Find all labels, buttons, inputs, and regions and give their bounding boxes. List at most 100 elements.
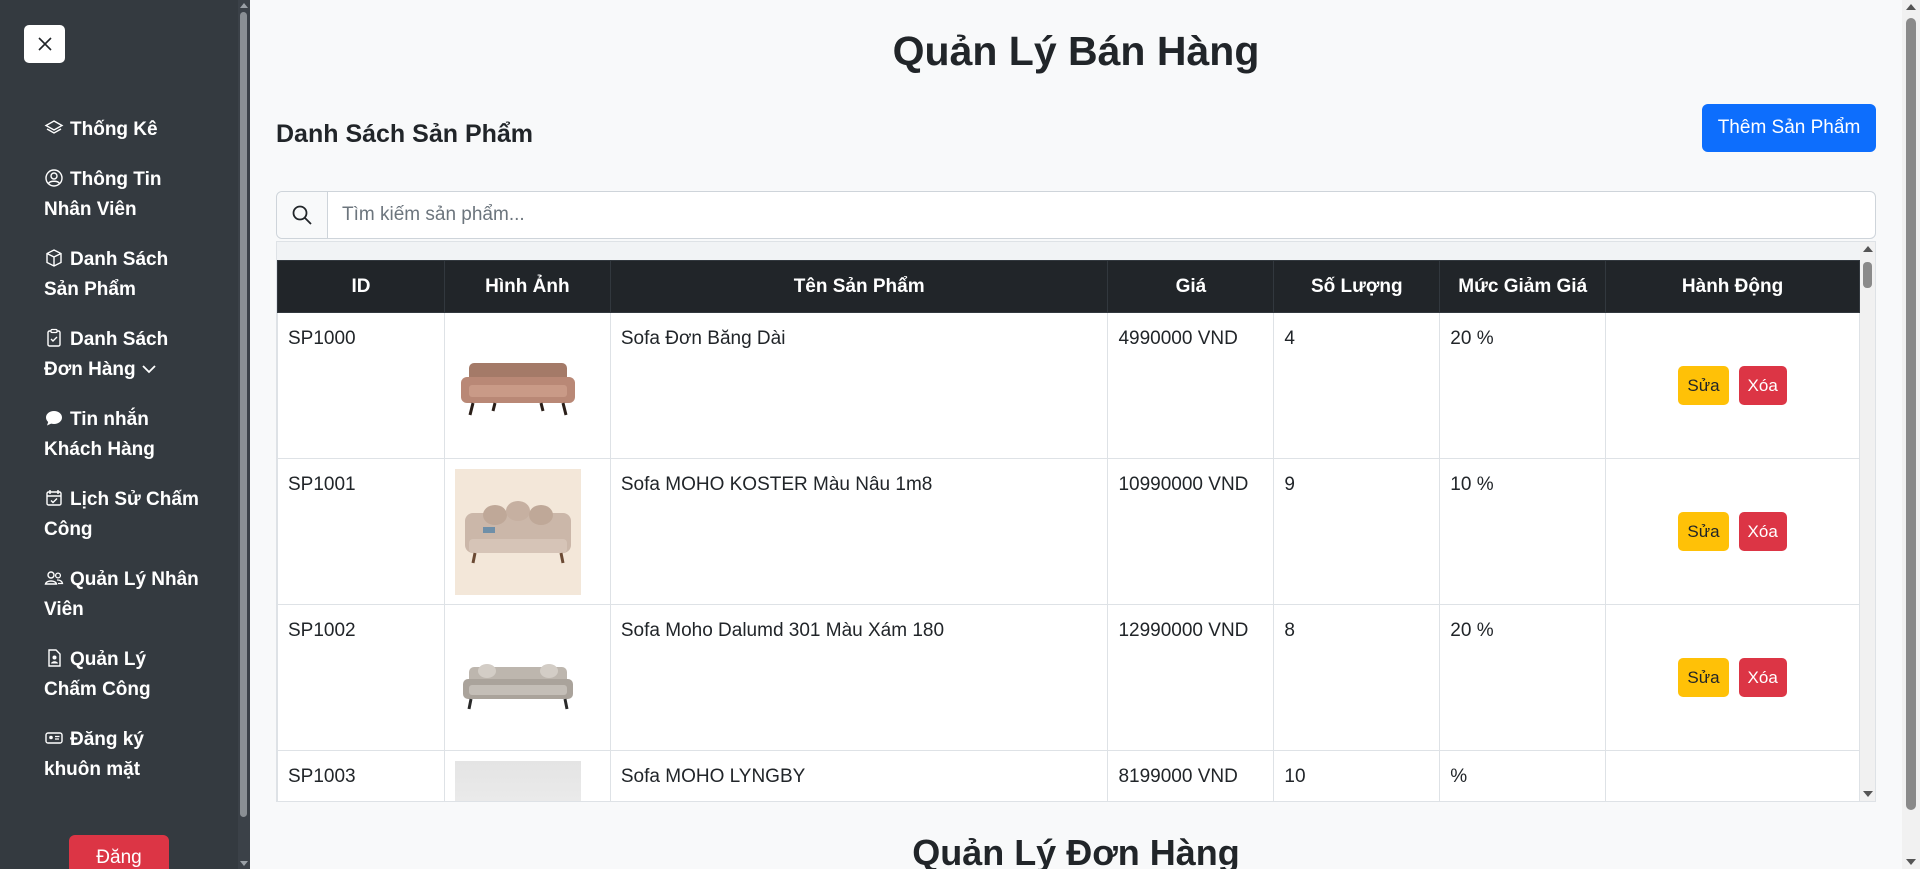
- edit-button[interactable]: Sửa: [1678, 658, 1729, 697]
- header-id: ID: [277, 260, 445, 313]
- scroll-thumb[interactable]: [1906, 18, 1916, 810]
- sidebar-item-tin-nhan-khach-hang[interactable]: Tin nhắn Khách Hàng: [44, 405, 204, 465]
- product-table-container: ID Hình Ảnh Tên Sản Phẩm Giá Số Lượng Mứ…: [276, 241, 1876, 802]
- scroll-up-arrow[interactable]: [240, 3, 248, 8]
- cell-quantity: 4: [1273, 312, 1441, 459]
- cell-actions: SửaXóa: [1605, 312, 1860, 459]
- chat-icon: [44, 408, 64, 428]
- delete-button[interactable]: Xóa: [1738, 366, 1787, 405]
- cell-id: SP1002: [277, 604, 445, 751]
- file-person-icon: [44, 648, 64, 668]
- layers-icon: [44, 118, 64, 138]
- cell-id: SP1003: [277, 750, 445, 801]
- sidebar-nav: Thống Kê Thông Tin Nhân Viên Danh Sách S…: [44, 115, 204, 805]
- sidebar-item-thong-ke[interactable]: Thống Kê: [44, 115, 204, 145]
- sidebar-item-label: Quản Lý Nhân Viên: [44, 569, 199, 620]
- chevron-down-icon[interactable]: [140, 358, 158, 376]
- calendar-check-icon: [44, 488, 64, 508]
- product-table: ID Hình Ảnh Tên Sản Phẩm Giá Số Lượng Mứ…: [277, 260, 1860, 801]
- scroll-up-arrow[interactable]: [1863, 246, 1873, 252]
- cell-price: 10990000 VND: [1107, 458, 1275, 605]
- table-header-row: ID Hình Ảnh Tên Sản Phẩm Giá Số Lượng Mứ…: [277, 260, 1860, 313]
- sidebar-item-danh-sach-don-hang[interactable]: Danh Sách Đơn Hàng: [44, 325, 204, 385]
- cell-price: 8199000 VND: [1107, 750, 1275, 801]
- sidebar-item-lich-su-cham-cong[interactable]: Lịch Sử Chấm Công: [44, 485, 204, 545]
- cell-price: 4990000 VND: [1107, 312, 1275, 459]
- header-price: Giá: [1107, 260, 1275, 313]
- sidebar-scrollbar[interactable]: [238, 0, 250, 869]
- cell-name: Sofa Moho Dalumd 301 Màu Xám 180: [609, 604, 1109, 751]
- delete-button[interactable]: Xóa: [1738, 658, 1787, 697]
- delete-button[interactable]: Xóa: [1738, 512, 1787, 551]
- people-icon: [44, 568, 64, 588]
- sidebar-item-label: Lịch Sử Chấm Công: [44, 489, 199, 540]
- sidebar-item-quan-ly-cham-cong[interactable]: Quản Lý Chấm Công: [44, 645, 204, 705]
- scroll-thumb[interactable]: [240, 12, 247, 817]
- table-row: SP1001 Sofa MOHO KOSTER Màu Nâu 1m8 1099…: [277, 458, 1860, 605]
- sidebar-item-quan-ly-nhan-vien[interactable]: Quản Lý Nhân Viên: [44, 565, 204, 625]
- box-icon: [44, 248, 64, 268]
- page-title: Quản Lý Bán Hàng: [892, 28, 1260, 74]
- scroll-up-arrow[interactable]: [1906, 4, 1916, 10]
- cell-image: [443, 604, 611, 751]
- cell-image: [443, 750, 611, 801]
- person-badge-icon: [44, 728, 64, 748]
- cell-quantity: 9: [1273, 458, 1441, 605]
- header-actions: Hành Động: [1605, 260, 1860, 313]
- header-discount: Mức Giảm Giá: [1439, 260, 1607, 313]
- sidebar-item-thong-tin-nhan-vien[interactable]: Thông Tin Nhân Viên: [44, 165, 204, 225]
- cell-name: Sofa MOHO LYNGBY: [609, 750, 1109, 801]
- product-image: [454, 614, 581, 741]
- cell-discount: 20 %: [1439, 604, 1607, 751]
- cell-actions: SửaXóa: [1605, 458, 1860, 605]
- cell-id: SP1000: [277, 312, 445, 459]
- search-icon: [292, 205, 312, 225]
- sidebar: Thống Kê Thông Tin Nhân Viên Danh Sách S…: [0, 0, 250, 869]
- edit-button[interactable]: Sửa: [1678, 366, 1729, 405]
- table-top-gap: [277, 242, 1860, 260]
- sidebar-close-button[interactable]: [24, 25, 65, 63]
- table-row: SP1003 Sofa MOHO LYNGBY 8199000 VND 10 %…: [277, 750, 1860, 801]
- main-content: Quản Lý Bán Hàng Danh Sách Sản Phẩm Thêm…: [250, 0, 1902, 869]
- clipboard-check-icon: [44, 328, 64, 348]
- cell-quantity: 10: [1273, 750, 1441, 801]
- cell-id: SP1001: [277, 458, 445, 605]
- search-bar: [276, 191, 1876, 239]
- sidebar-item-danh-sach-san-pham[interactable]: Danh Sách Sản Phẩm: [44, 245, 204, 305]
- product-image: [454, 322, 581, 449]
- product-image: [454, 761, 581, 801]
- table-scrollbar[interactable]: [1860, 242, 1875, 801]
- table-row: SP1000 Sofa Đơn Băng Dài 4990000 VND 4 2…: [277, 312, 1860, 459]
- sidebar-item-dang-ky-khuon-mat[interactable]: Đăng ký khuôn mặt: [44, 725, 204, 785]
- cell-discount: %: [1439, 750, 1607, 801]
- cell-name: Sofa Đơn Băng Dài: [609, 312, 1109, 459]
- scroll-down-arrow[interactable]: [1863, 791, 1873, 797]
- page-scrollbar[interactable]: [1902, 0, 1920, 869]
- header-image: Hình Ảnh: [443, 260, 611, 313]
- scroll-down-arrow[interactable]: [240, 861, 248, 866]
- scroll-thumb[interactable]: [1863, 262, 1872, 288]
- edit-button[interactable]: Sửa: [1678, 512, 1729, 551]
- cell-image: [443, 312, 611, 459]
- user-circle-icon: [44, 168, 64, 188]
- cell-name: Sofa MOHO KOSTER Màu Nâu 1m8: [609, 458, 1109, 605]
- close-icon: [37, 37, 52, 51]
- search-addon: [277, 192, 328, 238]
- scroll-down-arrow[interactable]: [1906, 859, 1916, 865]
- cell-discount: 10 %: [1439, 458, 1607, 605]
- cell-image: [443, 458, 611, 605]
- orders-section-title: Quản Lý Đơn Hàng: [912, 832, 1240, 869]
- logout-button[interactable]: Đăng: [69, 835, 169, 869]
- sidebar-item-label: Thống Kê: [70, 119, 158, 140]
- cell-price: 12990000 VND: [1107, 604, 1275, 751]
- cell-discount: 20 %: [1439, 312, 1607, 459]
- search-input[interactable]: [328, 192, 1875, 238]
- cell-actions: SửaXóa: [1605, 750, 1860, 801]
- header-name: Tên Sản Phẩm: [609, 260, 1109, 313]
- header-quantity: Số Lượng: [1273, 260, 1441, 313]
- section-title: Danh Sách Sản Phẩm: [276, 120, 534, 148]
- product-image: [454, 468, 581, 595]
- table-row: SP1002 Sofa Moho Dalumd 301 Màu Xám 180 …: [277, 604, 1860, 751]
- cell-quantity: 8: [1273, 604, 1441, 751]
- add-product-button[interactable]: Thêm Sản Phẩm: [1702, 104, 1876, 152]
